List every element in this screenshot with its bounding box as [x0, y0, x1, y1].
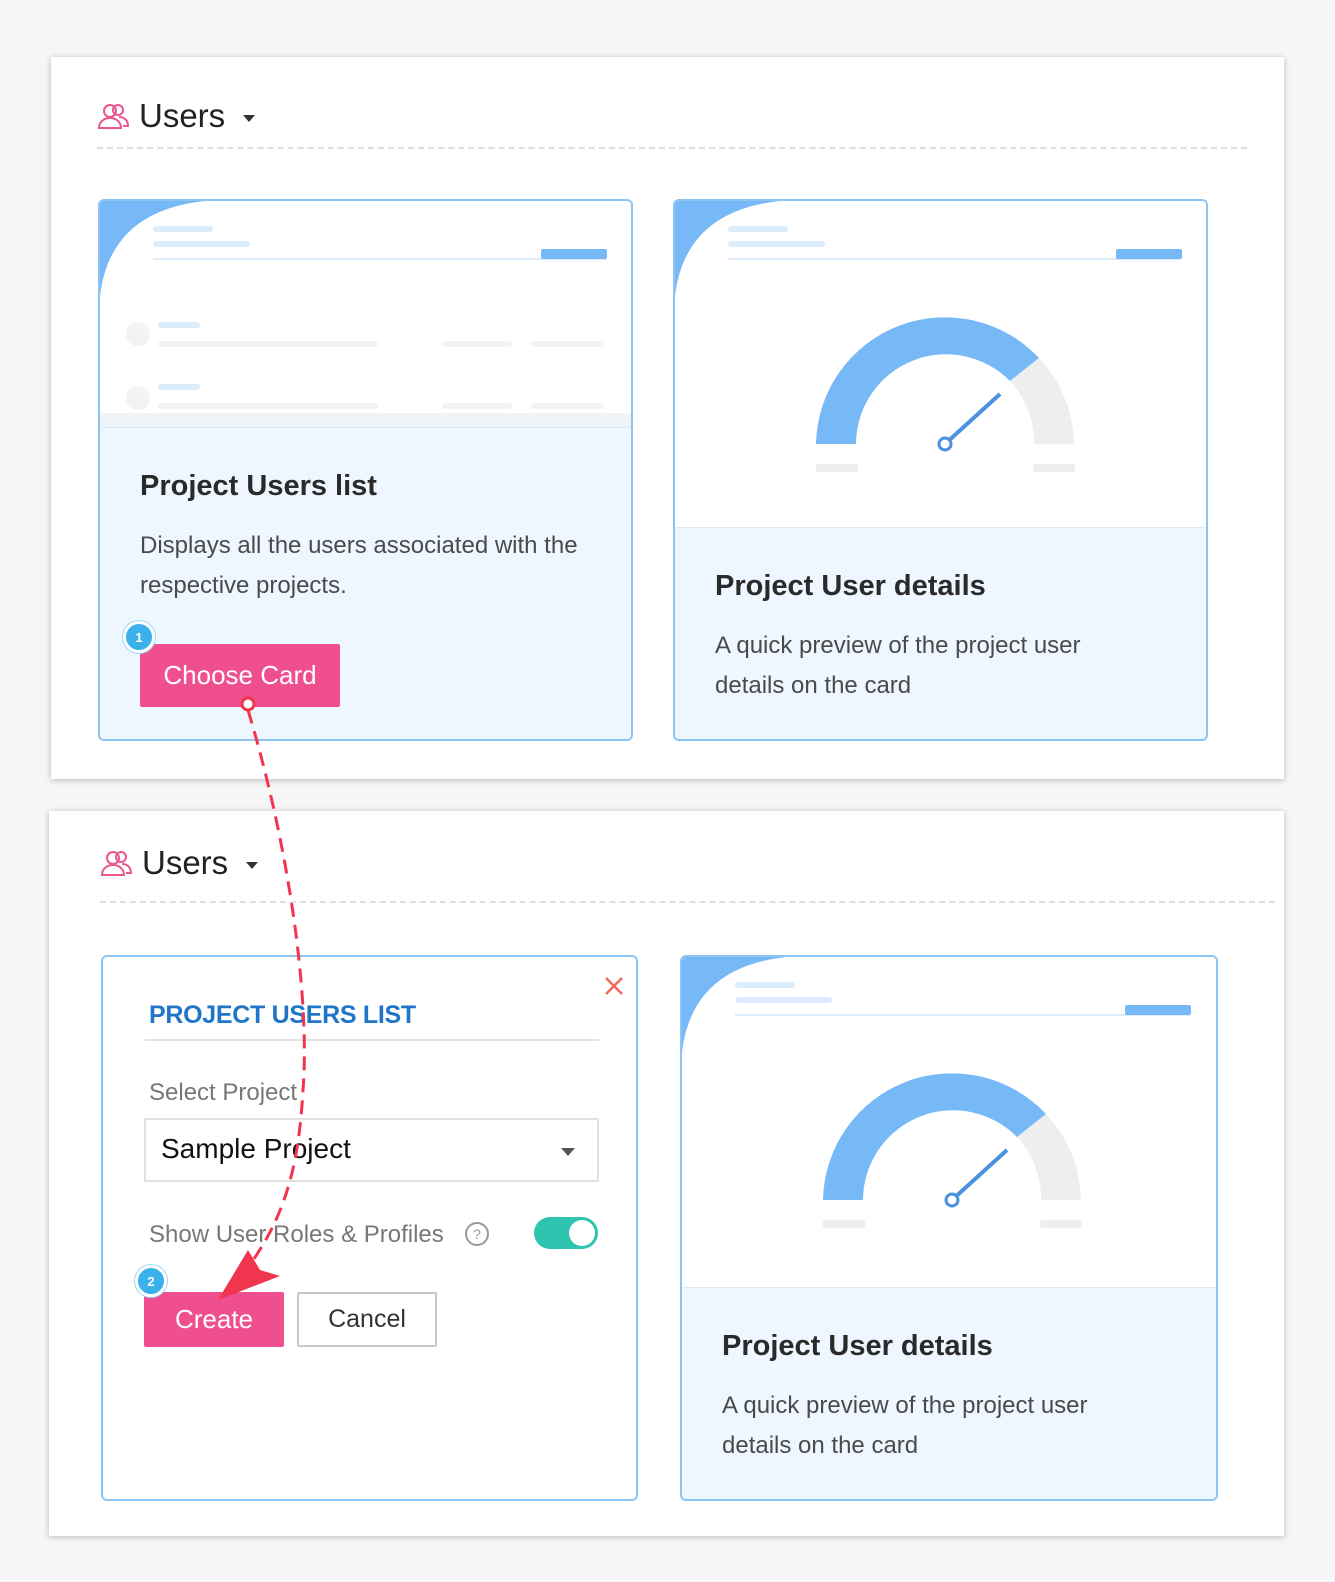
- form-title-underline: [145, 1039, 599, 1041]
- header-divider: [97, 147, 1247, 149]
- header-divider: [100, 901, 1275, 903]
- gauge-preview-graphic: [675, 201, 1182, 472]
- help-icon[interactable]: ?: [465, 1222, 489, 1246]
- show-roles-toggle[interactable]: [534, 1217, 598, 1249]
- card-description: A quick preview of the project user deta…: [722, 1392, 1088, 1459]
- chevron-down-icon[interactable]: [246, 861, 259, 869]
- chevron-down-icon: [561, 1148, 575, 1156]
- users-header[interactable]: Users: [100, 844, 259, 882]
- card-description: A quick preview of the project user deta…: [715, 632, 1081, 699]
- card-project-user-details[interactable]: Project User details A quick preview of …: [680, 955, 1218, 1501]
- create-button[interactable]: Create: [144, 1292, 284, 1347]
- close-icon[interactable]: [603, 975, 625, 997]
- config-card-project-users-list: PROJECT USERS LIST Select Project Sample…: [101, 955, 638, 1501]
- step-badge-2: 2: [135, 1265, 167, 1297]
- gauge-preview-graphic: [682, 957, 1191, 1228]
- form-title: PROJECT USERS LIST: [149, 1001, 416, 1029]
- card-project-user-details[interactable]: Project User details A quick preview of …: [673, 199, 1208, 741]
- select-project-label: Select Project: [149, 1079, 298, 1106]
- users-panel-top: Users Project Users list Displays all th…: [51, 57, 1284, 779]
- users-header[interactable]: Users: [97, 97, 256, 135]
- gauge-preview: [682, 957, 1216, 1287]
- list-preview-graphic: [100, 201, 631, 427]
- card-info: Project User details A quick preview of …: [682, 1287, 1216, 1499]
- card-title: Project User details: [715, 570, 986, 602]
- cancel-button[interactable]: Cancel: [297, 1292, 437, 1347]
- project-select[interactable]: Sample Project: [144, 1118, 599, 1182]
- step-badge-1: 1: [123, 621, 155, 653]
- toggle-knob: [569, 1220, 595, 1246]
- card-title: Project User details: [722, 1330, 993, 1362]
- chevron-down-icon[interactable]: [243, 114, 256, 122]
- card-title: Project Users list: [140, 470, 377, 502]
- card-project-users-list[interactable]: Project Users list Displays all the user…: [98, 199, 633, 741]
- list-preview: [100, 201, 631, 427]
- users-panel-bottom: Users PROJECT USERS LIST Select Project …: [49, 811, 1284, 1536]
- card-info: Project Users list Displays all the user…: [100, 427, 631, 739]
- users-icon: [97, 102, 130, 130]
- gauge-preview: [675, 201, 1206, 527]
- choose-card-button[interactable]: Choose Card: [140, 644, 340, 707]
- show-roles-label: Show User Roles & Profiles: [149, 1221, 444, 1248]
- card-info: Project User details A quick preview of …: [675, 527, 1206, 739]
- users-icon: [100, 849, 133, 877]
- card-description: Displays all the users associated with t…: [140, 532, 578, 599]
- users-title: Users: [142, 844, 229, 881]
- users-title: Users: [139, 97, 226, 134]
- project-select-value: Sample Project: [161, 1133, 351, 1164]
